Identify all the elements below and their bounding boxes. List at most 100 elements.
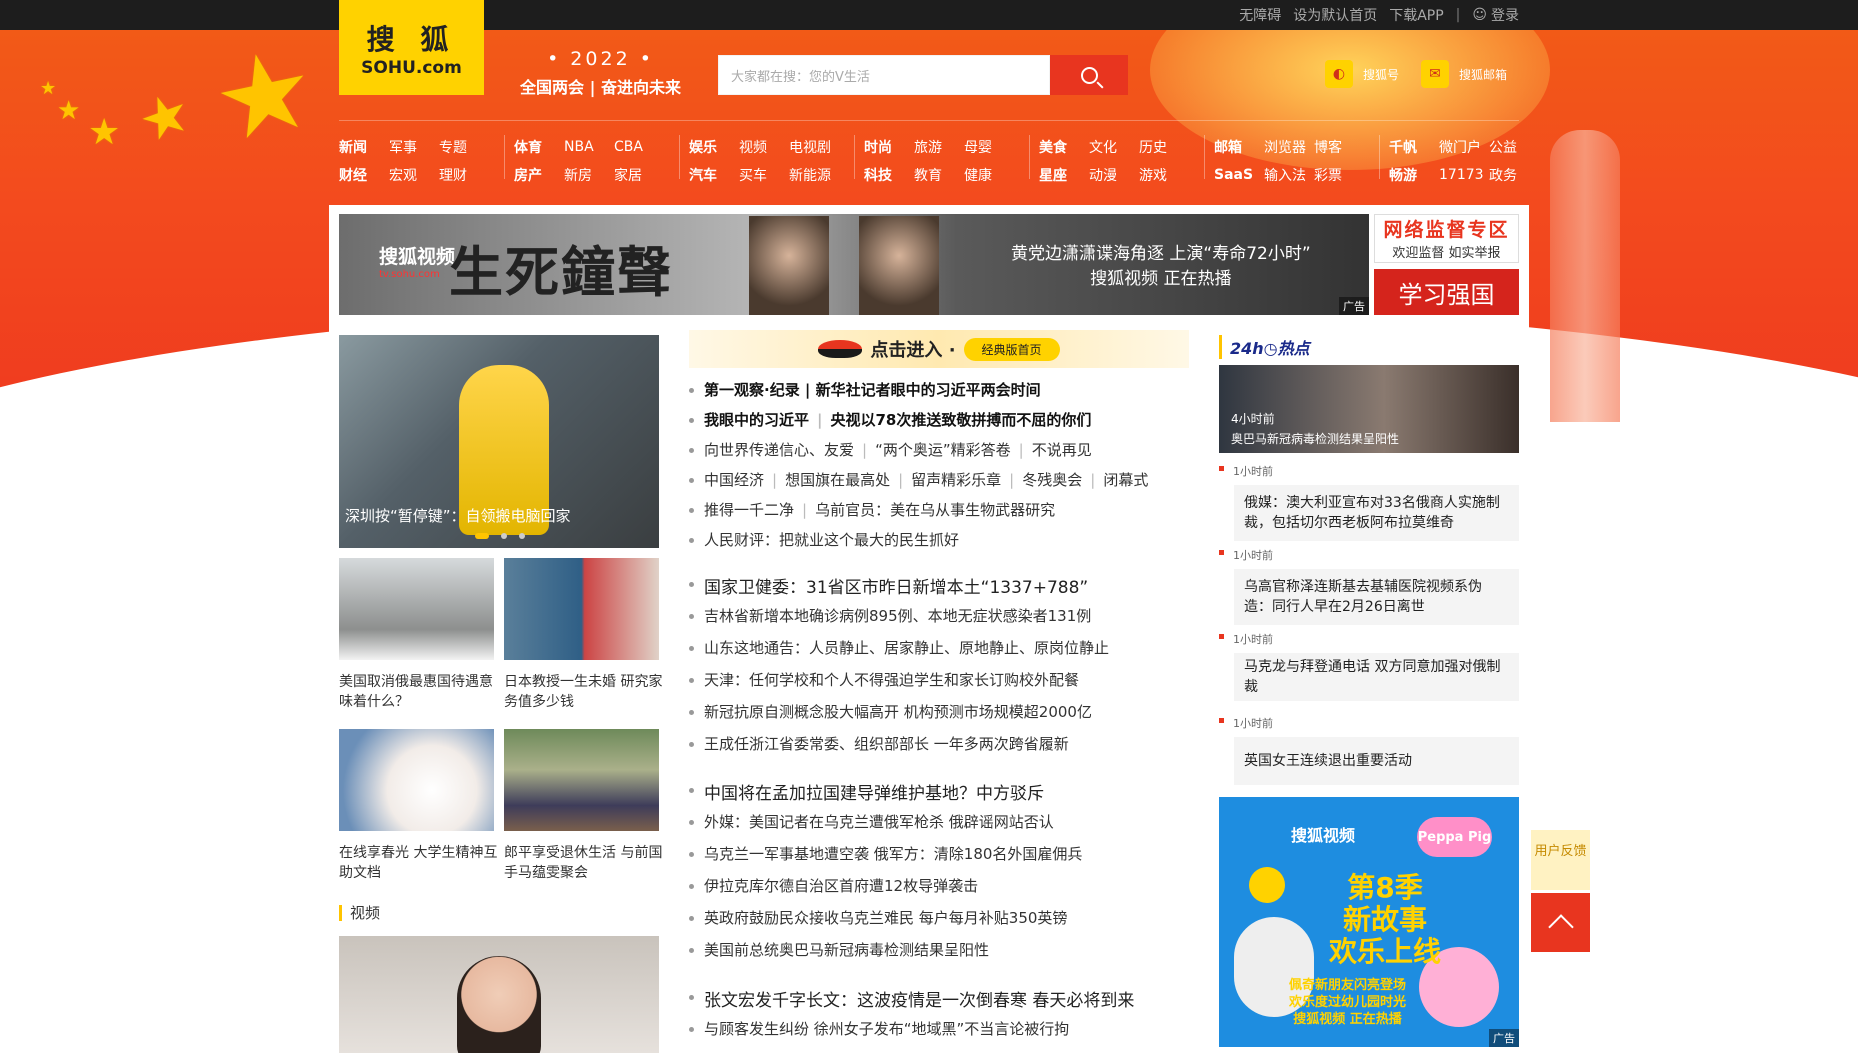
xuexi-ad[interactable]: 学习强国 xyxy=(1374,269,1519,315)
nav-link[interactable]: 军事 xyxy=(389,137,439,157)
nav-link[interactable]: 千帆 xyxy=(1389,137,1439,157)
nav-link[interactable]: 家居 xyxy=(614,165,664,185)
thumb-image[interactable] xyxy=(339,729,494,831)
nav-link[interactable]: 游戏 xyxy=(1139,165,1189,185)
nav-link[interactable]: 电视剧 xyxy=(789,137,839,157)
news-link[interactable]: 国家卫健委：31省区市昨日新增本土“1337+788” xyxy=(704,578,1088,598)
nav-link[interactable]: 公益 xyxy=(1489,137,1539,157)
nav-link[interactable]: NBA xyxy=(564,139,614,155)
nav-link[interactable]: 输入法 xyxy=(1264,165,1314,185)
nav-link[interactable]: SaaS xyxy=(1214,167,1264,183)
thumb-caption[interactable]: 日本教授一生未婚 研究家务值多少钱 xyxy=(504,672,664,712)
user-icon[interactable]: ☺ xyxy=(1472,7,1487,23)
classic-home-banner[interactable]: 点击进入 · 经典版首页 xyxy=(689,330,1189,368)
news-link[interactable]: 闭幕式 xyxy=(1103,471,1148,489)
nav-link[interactable]: 微门户 xyxy=(1439,137,1489,157)
carousel-dots[interactable] xyxy=(475,533,537,539)
nav-link[interactable]: 房产 xyxy=(514,165,564,185)
nav-link[interactable]: 文化 xyxy=(1089,137,1139,157)
news-link[interactable]: 伊拉克库尔德自治区首府遭12枚导弹袭击 xyxy=(704,877,978,895)
hot24-title[interactable]: 俄媒：澳大利亚宣布对33名俄商人实施制裁，包括切尔西老板阿布拉莫维奇 xyxy=(1234,485,1519,541)
nav-link[interactable]: 新房 xyxy=(564,165,614,185)
nav-link[interactable]: 汽车 xyxy=(689,165,739,185)
news-link[interactable]: 第一观察·纪录 | 新华社记者眼中的习近平两会时间 xyxy=(704,381,1041,399)
nav-link[interactable]: 博客 xyxy=(1314,137,1364,157)
search-input[interactable]: 大家都在搜：您的V生活 xyxy=(718,55,1050,95)
nav-link[interactable]: 畅游 xyxy=(1389,165,1439,185)
back-to-top-button[interactable] xyxy=(1531,893,1590,952)
nav-link[interactable]: 体育 xyxy=(514,137,564,157)
nav-link[interactable]: 科技 xyxy=(864,165,914,185)
hot24-item[interactable]: 1小时前 马克龙与拜登通电话 双方同意加强对俄制裁 xyxy=(1219,631,1519,701)
nav-link[interactable]: 时尚 xyxy=(864,137,914,157)
nav-link[interactable]: 母婴 xyxy=(964,137,1014,157)
login-link[interactable]: 登录 xyxy=(1491,5,1519,25)
news-link[interactable]: 中国将在孟加拉国建导弹维护基地？中方驳斥 xyxy=(704,784,1044,804)
news-link[interactable]: 人民财评：把就业这个最大的民生抓好 xyxy=(704,531,959,549)
news-link[interactable]: 与顾客发生纠纷 徐州女子发布“地域黑”不当言论被行拘 xyxy=(704,1020,1069,1038)
hot24-top-title[interactable]: 奥巴马新冠病毒检测结果呈阳性 xyxy=(1231,430,1399,447)
news-link[interactable]: 中国经济 xyxy=(704,471,764,489)
video-ad-banner[interactable]: 搜狐视频 tv.sohu.com 生死鐘聲 黄党边潇潇谍海角逐 上演“寿命72小时… xyxy=(339,214,1369,315)
nav-link[interactable]: 专题 xyxy=(439,137,489,157)
news-link[interactable]: 天津：任何学校和个人不得强迫学生和家长订购校外配餐 xyxy=(704,671,1079,689)
news-link[interactable]: 外媒：美国记者在乌克兰遭俄军枪杀 俄辟谣网站否认 xyxy=(704,813,1054,831)
hot24-title[interactable]: 英国女王连续退出重要活动 xyxy=(1234,737,1519,785)
sohuhao-link[interactable]: ◐ 搜狐号 xyxy=(1325,60,1399,88)
nav-link[interactable]: 政务 xyxy=(1489,165,1539,185)
news-link[interactable]: 乌前官员：美在乌从事生物武器研究 xyxy=(815,501,1055,519)
nav-link[interactable]: 财经 xyxy=(339,165,389,185)
nav-link[interactable]: 浏览器 xyxy=(1264,137,1314,157)
news-link[interactable]: 山东这地通告：人员静止、居家静止、原地静止、原岗位静止 xyxy=(704,639,1109,657)
nav-link[interactable]: CBA xyxy=(614,139,664,155)
search-button[interactable] xyxy=(1050,55,1128,95)
nav-link[interactable]: 理财 xyxy=(439,165,489,185)
hot24-item[interactable]: 1小时前 英国女王连续退出重要活动 xyxy=(1219,715,1519,785)
thumb-image[interactable] xyxy=(339,558,494,660)
nav-link[interactable]: 星座 xyxy=(1039,165,1089,185)
thumb-caption[interactable]: 在线享春光 大学生精神互助文档 xyxy=(339,843,499,883)
hot24-top-image[interactable]: 4小时前 奥巴马新冠病毒检测结果呈阳性 xyxy=(1219,365,1519,453)
news-link[interactable]: 英政府鼓励民众接收乌克兰难民 每户每月补贴350英镑 xyxy=(704,909,1067,927)
news-link[interactable]: 留声精彩乐章 xyxy=(911,471,1001,489)
nav-link[interactable]: 买车 xyxy=(739,165,789,185)
news-link[interactable]: 我眼中的习近平 xyxy=(704,411,809,429)
nav-link[interactable]: 彩票 xyxy=(1314,165,1364,185)
nav-link[interactable]: 新能源 xyxy=(789,165,839,185)
news-link[interactable]: 向世界传递信心、友爱 xyxy=(704,441,854,459)
net-monitor-ad[interactable]: 网络监督专区 欢迎监督 如实举报 xyxy=(1374,214,1519,263)
thumb-caption[interactable]: 郎平享受退休生活 与前国手马蕴雯聚会 xyxy=(504,843,664,883)
nav-link[interactable]: 17173 xyxy=(1439,167,1489,183)
nav-link[interactable]: 娱乐 xyxy=(689,137,739,157)
nav-link[interactable]: 新闻 xyxy=(339,137,389,157)
hot24-item[interactable]: 1小时前 俄媒：澳大利亚宣布对33名俄商人实施制裁，包括切尔西老板阿布拉莫维奇 xyxy=(1219,463,1519,541)
feature-carousel[interactable]: 深圳按“暂停键”：自领搬电脑回家 xyxy=(339,335,659,548)
feedback-button[interactable]: 用户反馈 xyxy=(1531,830,1590,890)
news-link[interactable]: 吉林省新增本地确诊病例895例、本地无症状感染者131例 xyxy=(704,607,1091,625)
nav-link[interactable]: 教育 xyxy=(914,165,964,185)
peppa-pig-ad[interactable]: 搜狐视频 Peppa Pig 第8季 新故事 欢乐上线 佩奇新朋友闪亮登场 欢乐度过幼… xyxy=(1219,797,1519,1047)
news-link[interactable]: “两个奥运”精彩答卷 xyxy=(875,441,1011,459)
nav-link[interactable]: 健康 xyxy=(964,165,1014,185)
video-thumbnail[interactable] xyxy=(339,936,659,1053)
hot24-item[interactable]: 1小时前 乌高官称泽连斯基去基辅医院视频系伪造：同行人早在2月26日离世 xyxy=(1219,547,1519,625)
news-link[interactable]: 不说再见 xyxy=(1032,441,1092,459)
news-link[interactable]: 冬残奥会 xyxy=(1022,471,1082,489)
feature-caption[interactable]: 深圳按“暂停键”：自领搬电脑回家 xyxy=(345,505,571,526)
news-link[interactable]: 央视以78次推送致敬拼搏而不屈的你们 xyxy=(831,411,1092,429)
nav-link[interactable]: 历史 xyxy=(1139,137,1189,157)
thumb-image[interactable] xyxy=(504,729,659,831)
accessibility-link[interactable]: 无障碍 xyxy=(1239,5,1281,25)
news-link[interactable]: 推得一千二净 xyxy=(704,501,794,519)
nav-link[interactable]: 美食 xyxy=(1039,137,1089,157)
classic-home-button[interactable]: 经典版首页 xyxy=(963,337,1060,361)
nav-link[interactable]: 邮箱 xyxy=(1214,137,1264,157)
thumb-image[interactable] xyxy=(504,558,659,660)
hot24-title[interactable]: 马克龙与拜登通电话 双方同意加强对俄制裁 xyxy=(1234,653,1519,701)
news-link[interactable]: 乌克兰一军事基地遭空袭 俄军方：清除180名外国雇佣兵 xyxy=(704,845,1082,863)
news-link[interactable]: 王成任浙江省委常委、组织部部长 一年多两次跨省履新 xyxy=(704,735,1069,753)
nav-link[interactable]: 旅游 xyxy=(914,137,964,157)
mail-link[interactable]: ✉ 搜狐邮箱 xyxy=(1421,60,1507,88)
set-home-link[interactable]: 设为默认首页 xyxy=(1293,5,1377,25)
news-link[interactable]: 想国旗在最高处 xyxy=(785,471,890,489)
